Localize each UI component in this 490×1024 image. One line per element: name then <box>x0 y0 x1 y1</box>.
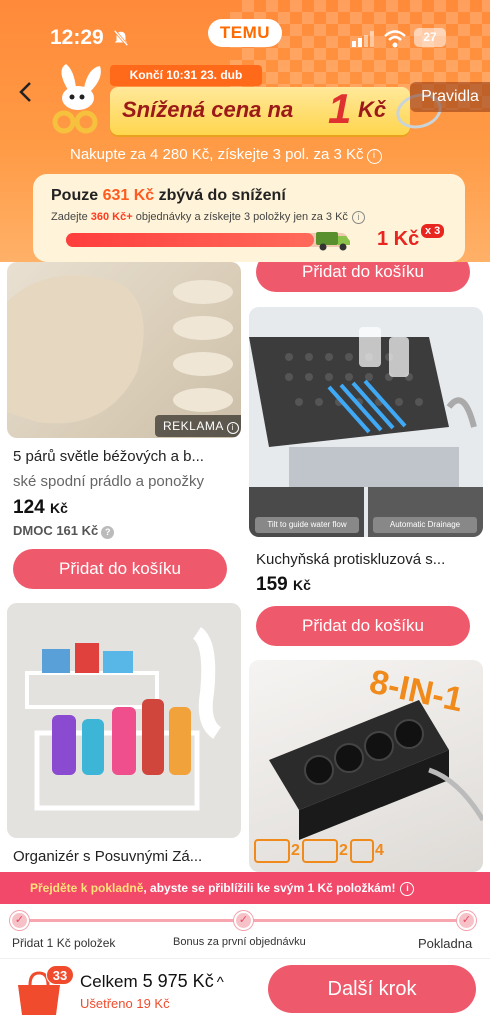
remain-amount: 631 Kč <box>102 187 155 204</box>
product-price: 159 Kč <box>256 574 311 596</box>
price-value: 159 <box>256 574 288 595</box>
help-icon[interactable]: ? <box>101 526 115 539</box>
promo-banner: Snížená cena na 1 Kč <box>110 85 410 135</box>
banner-title: Snížená cena na <box>122 97 294 122</box>
progress-bar <box>66 233 348 247</box>
reward-price: 1 Kč <box>377 228 420 250</box>
remain-suffix: zbývá do snížení <box>158 187 286 204</box>
product-image-organizer[interactable] <box>7 603 241 838</box>
hint-suffix: objednávky a získejte 3 položky jen za 3… <box>135 211 348 223</box>
reward-multiplier: x 3 <box>421 224 445 238</box>
prompt-text: , abyste se přiblížili ke svým 1 Kč polo… <box>143 881 396 895</box>
product-title[interactable]: 5 párů světle béžových a b... <box>13 448 238 465</box>
cart-footer: 33 Celkem 5 975 Kč ^ Ušetřeno 19 Kč Další… <box>0 958 490 1024</box>
remaining-amount-line: Pouze 631 Kč zbývá do snížení <box>51 187 286 205</box>
banner-price-number: 1 <box>328 85 352 132</box>
spec-usb-a-count: 2 <box>291 842 300 859</box>
hint-prefix: Zadejte <box>51 211 88 223</box>
cart-total[interactable]: Celkem 5 975 Kč ^ <box>80 971 224 992</box>
banner-currency: Kč <box>358 97 387 122</box>
total-value: 5 975 Kč <box>142 971 214 991</box>
info-icon[interactable]: i <box>351 211 365 224</box>
socks-picture <box>7 275 233 424</box>
mascot-icon <box>52 64 101 134</box>
temu-logo: TEMU <box>208 19 282 47</box>
checkout-prompt-bar[interactable]: Přejděte k pokladně, abyste se přiblížil… <box>0 872 490 904</box>
info-icon[interactable]: i <box>400 882 415 896</box>
progress-bar-fill <box>66 233 315 247</box>
offer-subline-text: Nakupte za 4 280 Kč, získejte 3 pol. za … <box>70 146 364 163</box>
image-caption-left: Tilt to guide water flow <box>267 520 347 529</box>
step-check-icon <box>10 911 29 930</box>
spec-usb-c-count: 2 <box>339 842 348 859</box>
product-image-drying-mat[interactable]: Tilt to guide water flow Automatic Drain… <box>249 307 483 537</box>
organizer-picture <box>7 603 241 838</box>
cart-count-badge: 33 <box>46 965 74 985</box>
hint-line: Zadejte 360 Kč+ objednávky a získejte 3 … <box>51 211 365 224</box>
price-value: 124 <box>13 497 45 518</box>
hint-amount: 360 Kč+ <box>90 211 133 223</box>
product-price: 124 Kč <box>13 497 68 519</box>
price-currency: Kč <box>292 577 311 593</box>
product-grid: REKLAMA i 5 párů světle béžových a b... s… <box>0 262 490 872</box>
checkout-steps: Přidat 1 Kč položek Bonus za první objed… <box>0 904 490 958</box>
ad-badge: REKLAMA i <box>155 415 241 437</box>
spec-ac-outlet-count: 4 <box>375 842 384 859</box>
discount-progress-card: Pouze 631 Kč zbývá do snížení Zadejte 36… <box>33 174 465 262</box>
chevron-up-icon[interactable]: ^ <box>217 974 224 991</box>
wifi-icon <box>384 30 406 48</box>
add-to-cart-button[interactable]: Přidat do košíku <box>256 262 470 292</box>
seller-text: DMOC 161 Kč <box>13 523 99 538</box>
battery-indicator: 27 <box>414 28 446 47</box>
back-arrow-icon[interactable] <box>16 80 36 104</box>
add-to-cart-button[interactable]: Přidat do košíku <box>13 549 227 589</box>
product-title[interactable]: Organizér s Posuvnými Zá... <box>13 848 238 865</box>
signal-icon <box>352 31 374 47</box>
countdown-label: Končí 10:31 23. dub <box>110 65 262 86</box>
drying-mat-picture <box>249 307 483 537</box>
next-step-button[interactable]: Další krok <box>268 965 476 1013</box>
ad-label: REKLAMA <box>163 419 224 433</box>
step-label-bonus: Bonus za první objednávku <box>173 936 306 948</box>
savings-text: Ušetřeno 19 Kč <box>80 996 170 1011</box>
product-seller: DMOC 161 Kč? <box>13 523 115 539</box>
step-label-add-items: Přidat 1 Kč položek <box>12 936 116 950</box>
status-time: 12:29 <box>50 26 104 49</box>
price-currency: Kč <box>49 500 68 516</box>
product-image-socks[interactable]: REKLAMA i <box>7 262 241 438</box>
product-title[interactable]: Kuchyňská protiskluzová s... <box>256 551 478 568</box>
step-check-icon <box>234 911 253 930</box>
rules-button[interactable]: Pravidla <box>410 82 490 112</box>
info-icon[interactable]: i <box>226 422 239 434</box>
product-image-power-strip[interactable]: 8-IN-1 2 2 4 <box>249 660 483 872</box>
info-icon[interactable]: i <box>366 149 382 164</box>
image-caption-right: Automatic Drainage <box>389 520 461 529</box>
step-check-icon <box>457 911 476 930</box>
step-label-checkout: Pokladna <box>418 936 473 951</box>
add-to-cart-button[interactable]: Přidat do košíku <box>256 606 470 646</box>
remain-prefix: Pouze <box>51 187 99 204</box>
prompt-highlight: Přejděte k pokladně <box>30 881 144 895</box>
product-subtitle: ské spodní prádlo a ponožky <box>13 473 204 490</box>
bell-muted-icon <box>113 29 129 47</box>
truck-icon <box>316 232 350 251</box>
total-label: Celkem <box>80 972 138 991</box>
promo-header: 12:29 TEMU 27 Končí 10:31 23. dub Snížen… <box>0 0 490 262</box>
offer-subline: Nakupte za 4 280 Kč, získejte 3 pol. za … <box>70 146 382 164</box>
